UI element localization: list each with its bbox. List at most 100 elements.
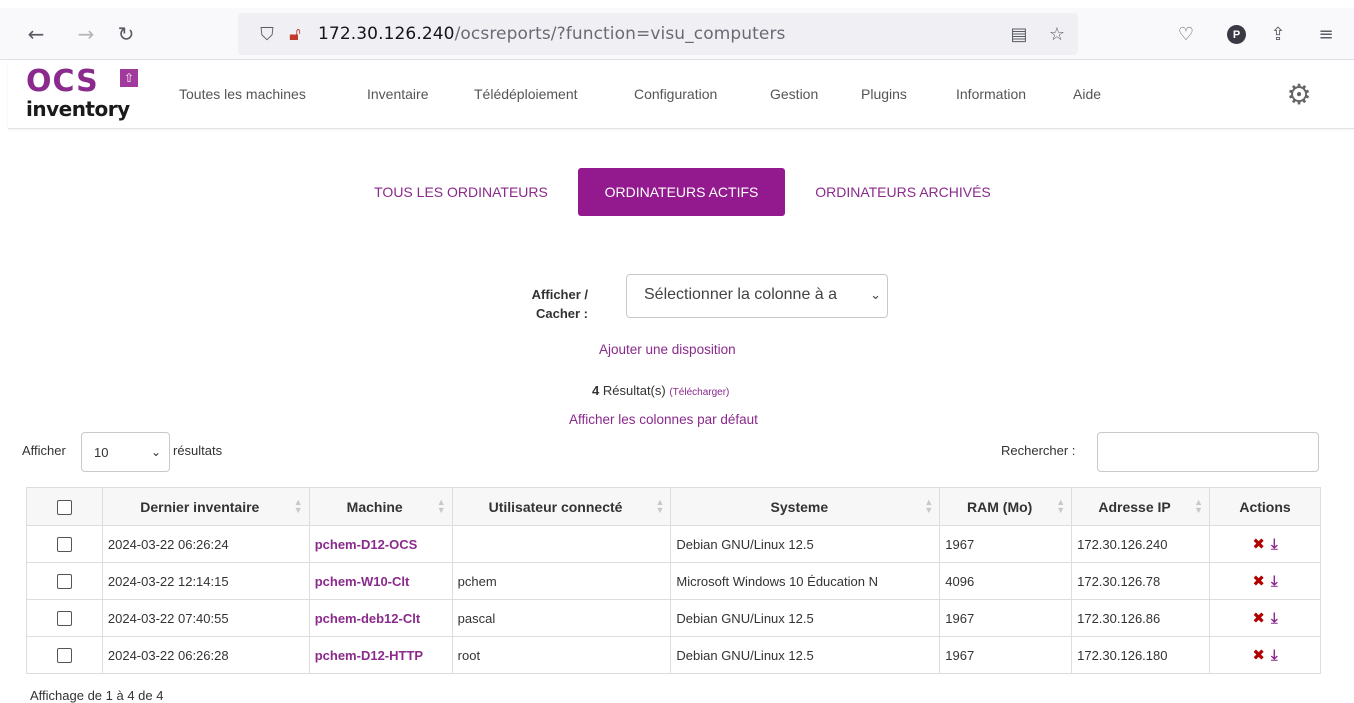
default-columns-link[interactable]: Afficher les colonnes par défaut	[569, 412, 758, 427]
cell-ram: 1967	[939, 525, 1073, 563]
forward-arrow-icon[interactable]: →	[72, 20, 100, 48]
url-path: /ocsreports/?function=visu_computers	[454, 24, 786, 44]
insecure-lock-icon[interactable]: 🔓︎	[284, 23, 306, 45]
column-picker-select[interactable]: Sélectionner la colonne à a ⌄	[626, 274, 888, 318]
menu-inventaire[interactable]: Inventaire	[367, 86, 428, 102]
menu-teledeploiement[interactable]: Télédéploiement	[474, 86, 578, 102]
download-link[interactable]: (Télécharger)	[669, 387, 729, 398]
add-layout-link[interactable]: Ajouter une disposition	[599, 342, 736, 357]
cell-ip: 172.30.126.240	[1071, 525, 1211, 563]
back-arrow-icon[interactable]: ←	[22, 20, 50, 48]
row-select-cell	[26, 562, 103, 600]
page-length-value: 10	[94, 445, 109, 460]
share-icon[interactable]: ⇪	[1264, 20, 1292, 48]
cell-ram: 1967	[939, 599, 1073, 637]
cell-user: pascal	[451, 599, 672, 637]
ocs-inventory-logo[interactable]: OCS ⇧ inventory	[26, 67, 144, 121]
reader-view-icon[interactable]: ▤	[1008, 23, 1030, 45]
cell-ram: 4096	[939, 562, 1073, 600]
cell-machine-link[interactable]: pchem-deb12-Clt	[308, 599, 453, 637]
header-label: Adresse IP	[1098, 498, 1171, 515]
table-header-row: Dernier inventaire ▲ ▼ Machine ▲ ▼ Utilisate…	[26, 487, 1321, 526]
cell-actions: ✖ ⤓	[1209, 525, 1321, 563]
pocket-icon[interactable]: ♡	[1172, 20, 1200, 48]
app-header: OCS ⇧ inventory Toutes les machines Inve…	[8, 61, 1354, 129]
menu-aide[interactable]: Aide	[1073, 86, 1101, 102]
header-label: Dernier inventaire	[140, 498, 260, 515]
cell-actions: ✖ ⤓	[1209, 636, 1321, 674]
delete-icon[interactable]: ✖	[1252, 572, 1265, 590]
download-icon[interactable]: ⤓	[1271, 609, 1278, 627]
search-label: Rechercher :	[1001, 443, 1076, 458]
gear-icon[interactable]: ⚙	[1284, 78, 1314, 111]
sort-icon: ▲ ▼	[436, 497, 446, 515]
download-icon[interactable]: ⤓	[1271, 535, 1278, 553]
results-label: Résultat(s)	[602, 383, 666, 398]
header-machine[interactable]: Machine ▲ ▼	[308, 487, 453, 526]
header-ram[interactable]: RAM (Mo) ▲ ▼	[939, 487, 1073, 526]
cell-user: root	[451, 636, 672, 674]
computers-table: Dernier inventaire ▲ ▼ Machine ▲ ▼ Utilisate…	[26, 487, 1321, 674]
select-all-checkbox[interactable]	[56, 499, 72, 515]
cell-machine-link[interactable]: pchem-D12-HTTP	[308, 636, 453, 674]
header-dernier-inventaire[interactable]: Dernier inventaire ▲ ▼	[101, 487, 310, 526]
sort-icon: ▲ ▼	[655, 497, 665, 515]
row-checkbox[interactable]	[56, 537, 72, 553]
shield-icon[interactable]: ⛉	[256, 23, 278, 45]
cell-user: pchem	[451, 562, 672, 600]
reload-icon[interactable]: ↻	[112, 20, 140, 48]
cell-date: 2024-03-22 06:26:24	[101, 525, 310, 563]
cell-date: 2024-03-22 06:26:28	[101, 636, 310, 674]
column-picker-placeholder: Sélectionner la colonne à a	[644, 286, 838, 303]
sort-icon: ▲ ▼	[1056, 497, 1066, 515]
header-utilisateur-connecte[interactable]: Utilisateur connecté ▲ ▼	[451, 487, 672, 526]
download-icon[interactable]: ⤓	[1271, 572, 1278, 590]
cell-machine-link[interactable]: pchem-W10-Clt	[308, 562, 453, 600]
bookmark-star-icon[interactable]: ☆	[1046, 23, 1068, 45]
menu-plugins[interactable]: Plugins	[861, 86, 907, 102]
row-checkbox[interactable]	[56, 574, 72, 590]
cell-date: 2024-03-22 12:14:15	[101, 562, 310, 600]
cell-machine-link[interactable]: pchem-D12-OCS	[308, 525, 453, 563]
cell-os: Debian GNU/Linux 12.5	[670, 636, 941, 674]
tab-ordinateurs-archives[interactable]: ORDINATEURS ARCHIVÉS	[796, 168, 1010, 216]
hamburger-menu-icon[interactable]: ≡	[1312, 20, 1340, 48]
row-checkbox[interactable]	[56, 611, 72, 627]
logo-ocs-text: OCS	[26, 64, 99, 99]
table-info-text: Affichage de 1 à 4 de 4	[30, 688, 164, 703]
header-label: Actions	[1239, 498, 1291, 515]
header-adresse-ip[interactable]: Adresse IP ▲ ▼	[1071, 487, 1211, 526]
delete-icon[interactable]: ✖	[1252, 535, 1265, 553]
menu-gestion[interactable]: Gestion	[770, 86, 818, 102]
url-text[interactable]: 172.30.126.240/ocsreports/?function=visu…	[318, 24, 786, 44]
table-row: 2024-03-22 06:26:28 pchem-D12-HTTP root …	[26, 636, 1321, 674]
menu-information[interactable]: Information	[956, 86, 1026, 102]
row-select-cell	[26, 525, 103, 563]
delete-icon[interactable]: ✖	[1252, 646, 1265, 664]
header-systeme[interactable]: Systeme ▲ ▼	[670, 487, 941, 526]
profile-icon[interactable]: P	[1227, 25, 1246, 44]
sort-icon: ▲ ▼	[293, 497, 303, 515]
header-label: RAM (Mo)	[967, 498, 1033, 515]
download-icon[interactable]: ⤓	[1271, 646, 1278, 664]
results-number: 4	[592, 383, 600, 398]
header-label: Systeme	[770, 498, 829, 515]
header-label: Machine	[346, 498, 403, 515]
cell-date: 2024-03-22 07:40:55	[101, 599, 310, 637]
tab-tous-les-ordinateurs[interactable]: TOUS LES ORDINATEURS	[355, 168, 567, 216]
cell-user	[451, 525, 672, 563]
url-bar[interactable]: ⛉ 🔓︎ 172.30.126.240/ocsreports/?function…	[238, 13, 1078, 55]
delete-icon[interactable]: ✖	[1252, 609, 1265, 627]
search-input[interactable]	[1097, 432, 1319, 472]
length-suffix-label: résultats	[173, 443, 223, 458]
row-checkbox[interactable]	[56, 648, 72, 664]
cell-actions: ✖ ⤓	[1209, 562, 1321, 600]
menu-configuration[interactable]: Configuration	[634, 86, 717, 102]
cell-os: Debian GNU/Linux 12.5	[670, 599, 941, 637]
menu-toutes-les-machines[interactable]: Toutes les machines	[179, 86, 306, 102]
tab-ordinateurs-actifs[interactable]: ORDINATEURS ACTIFS	[578, 168, 785, 216]
page-length-select[interactable]: 10 ⌄	[81, 432, 170, 472]
table-row: 2024-03-22 12:14:15 pchem-W10-Clt pchem …	[26, 562, 1321, 600]
chevron-down-icon: ⌄	[150, 445, 161, 459]
table-row: 2024-03-22 06:26:24 pchem-D12-OCS Debian…	[26, 525, 1321, 563]
